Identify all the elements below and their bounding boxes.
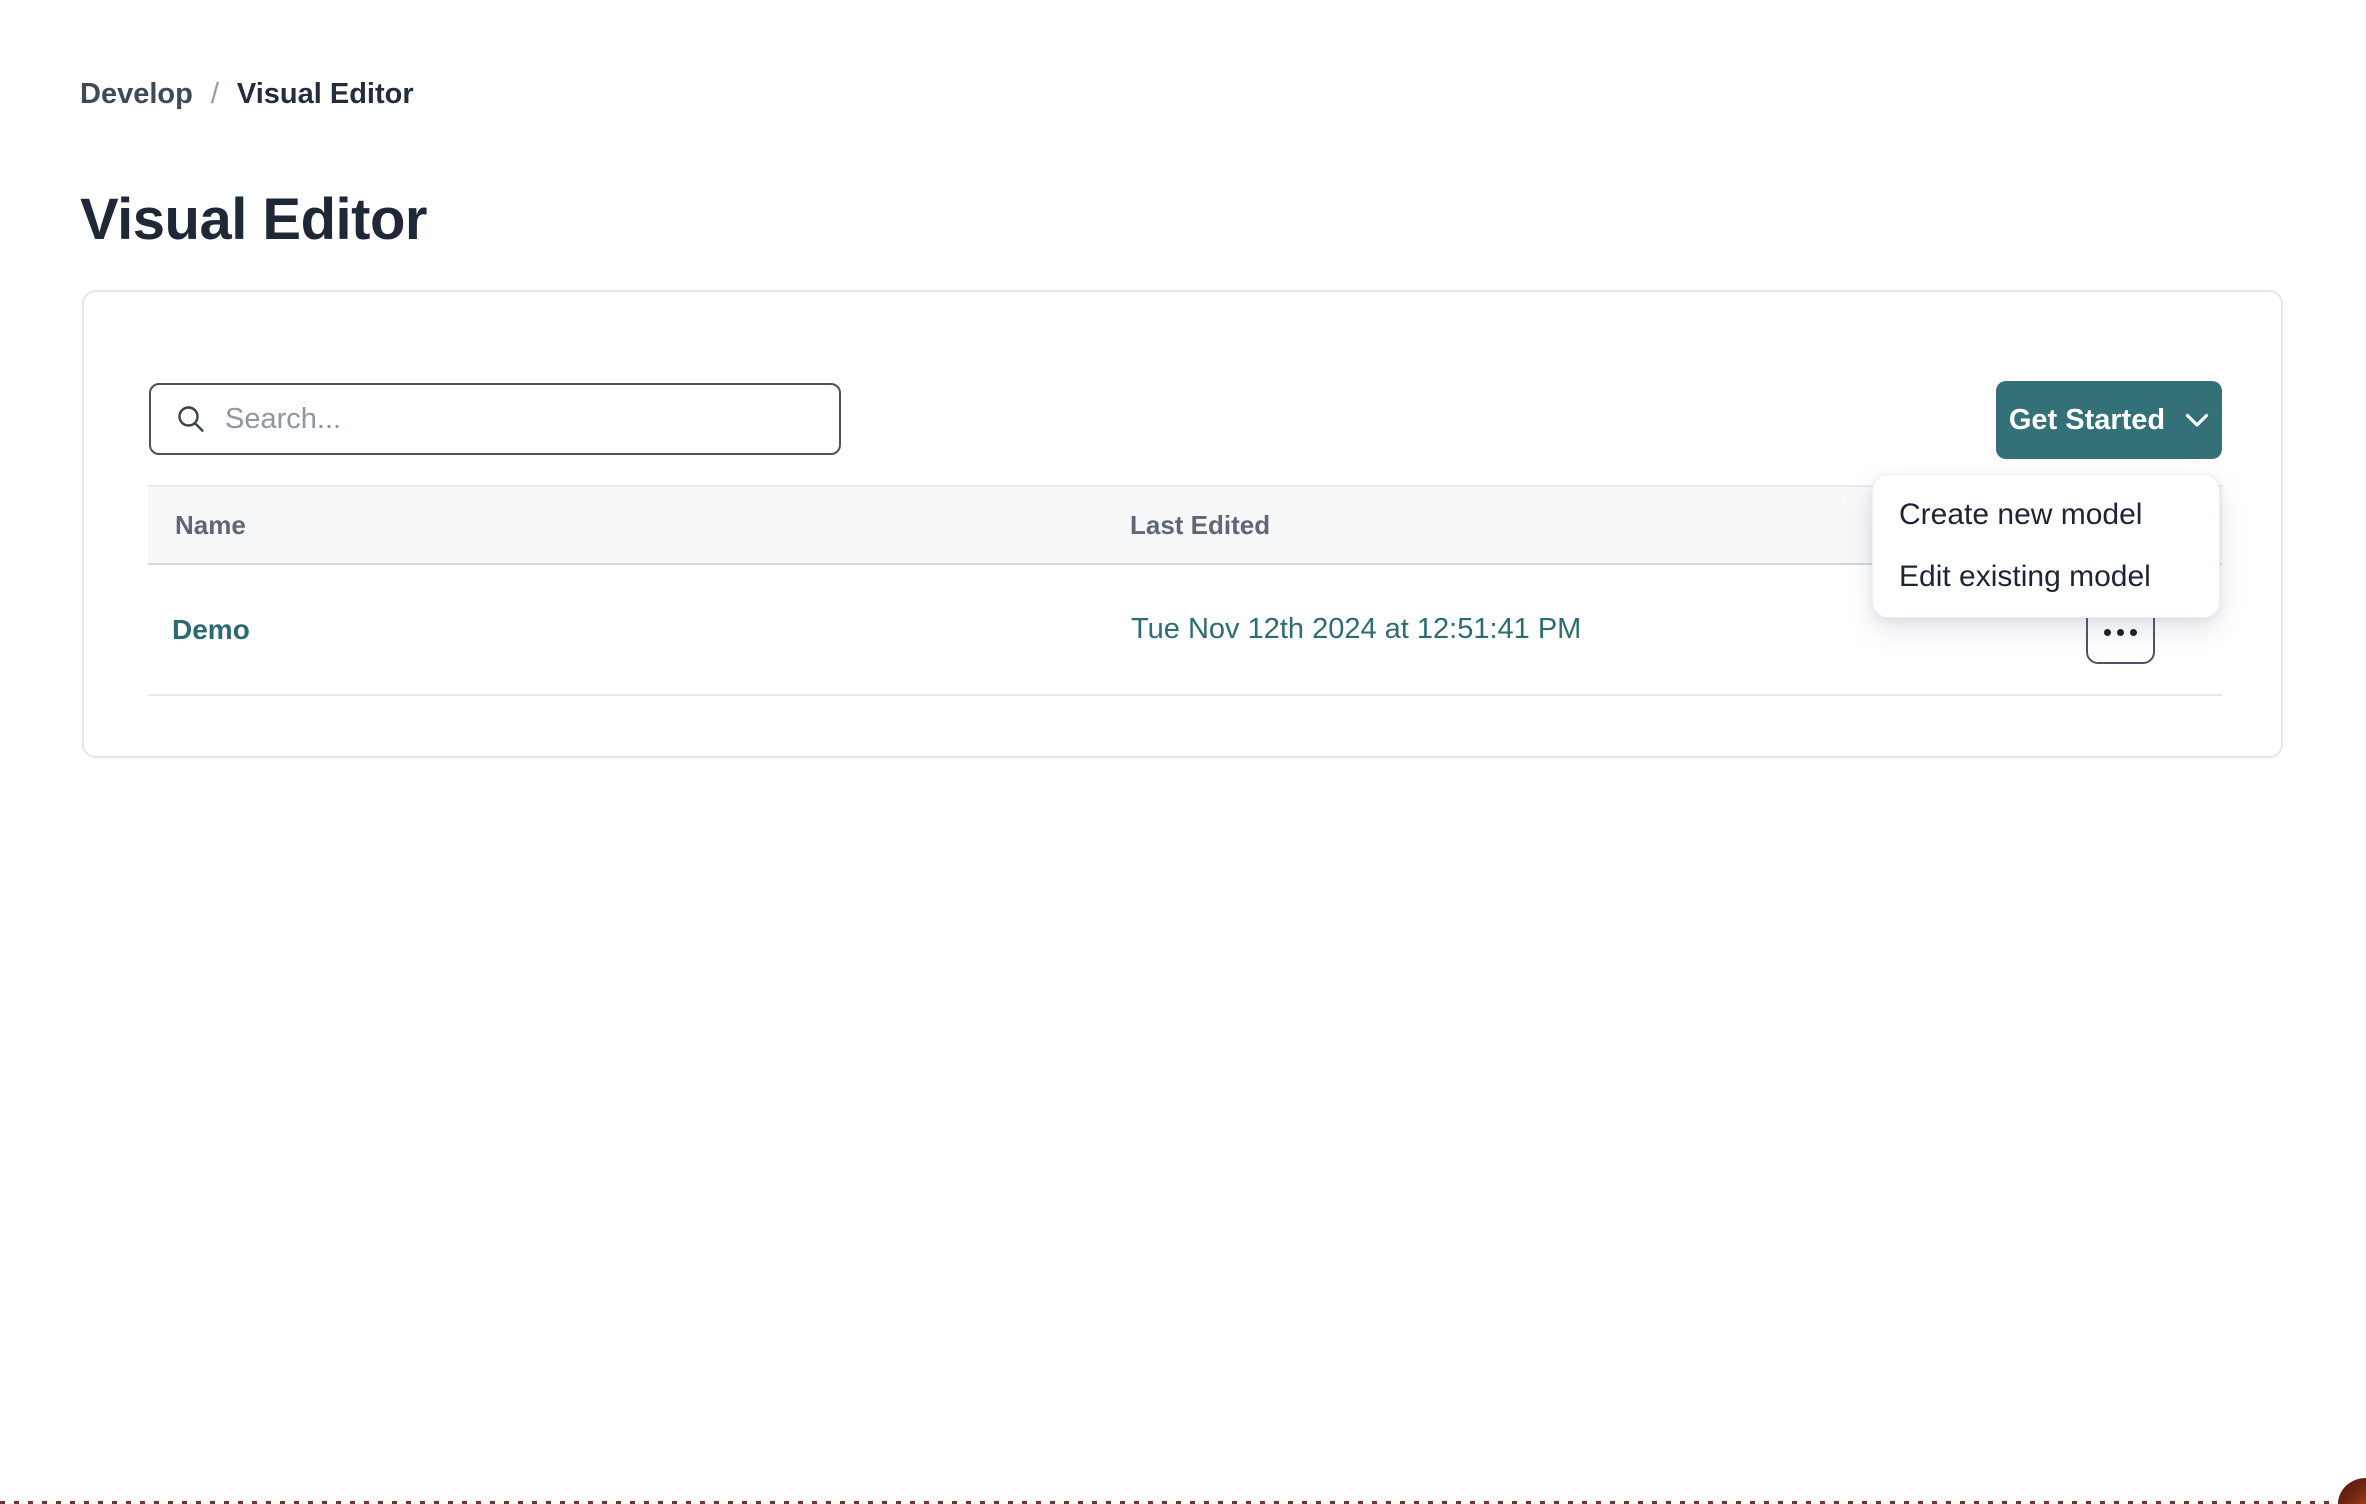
model-last-edited: Tue Nov 12th 2024 at 12:51:41 PM bbox=[1131, 565, 1581, 694]
menu-item-create-new-model[interactable]: Create new model bbox=[1873, 484, 2219, 546]
search-input[interactable] bbox=[223, 389, 823, 449]
search-box[interactable] bbox=[149, 383, 841, 455]
model-name-link[interactable]: Demo bbox=[148, 614, 250, 646]
breadcrumb-current: Visual Editor bbox=[237, 76, 414, 112]
chevron-down-icon bbox=[2185, 413, 2209, 428]
column-header-last-edited: Last Edited bbox=[1130, 487, 1270, 563]
page-title: Visual Editor bbox=[80, 185, 427, 255]
breadcrumb-separator: / bbox=[211, 76, 219, 112]
bottom-right-red-shape bbox=[2338, 1478, 2366, 1504]
menu-item-edit-existing-model[interactable]: Edit existing model bbox=[1873, 546, 2219, 608]
ellipsis-icon bbox=[2104, 629, 2111, 636]
visual-editor-page: Develop / Visual Editor Visual Editor Ge… bbox=[0, 0, 2366, 1504]
get-started-button[interactable]: Get Started bbox=[1996, 381, 2222, 459]
column-header-name: Name bbox=[148, 510, 246, 541]
get-started-dropdown: Create new model Edit existing model bbox=[1872, 474, 2220, 618]
breadcrumb: Develop / Visual Editor bbox=[80, 76, 414, 112]
search-icon bbox=[175, 403, 207, 435]
get-started-label: Get Started bbox=[2009, 404, 2165, 437]
breadcrumb-develop-link[interactable]: Develop bbox=[80, 76, 193, 112]
